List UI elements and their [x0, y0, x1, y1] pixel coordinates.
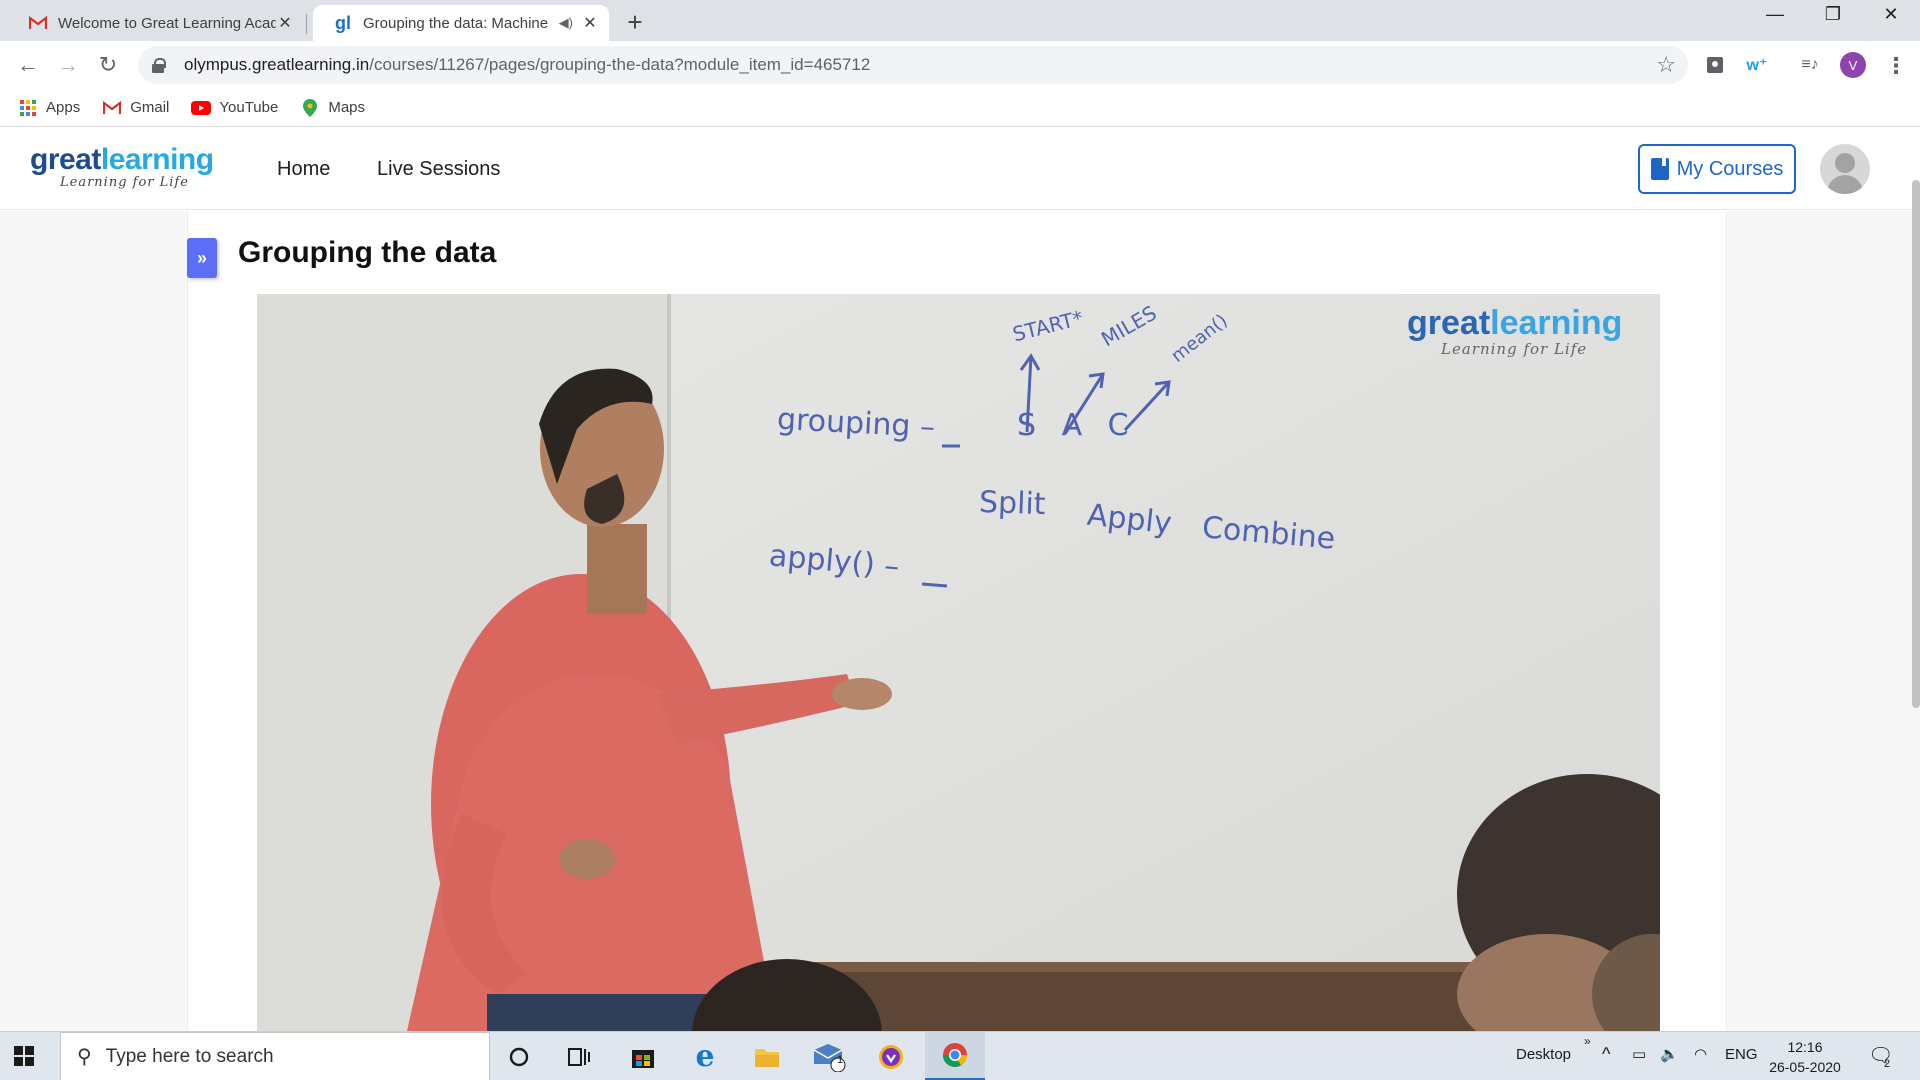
apps-grid-icon — [18, 99, 38, 116]
close-tab-icon[interactable]: ✕ — [581, 13, 599, 33]
windows-taskbar: ⚲ Type here to search e 1 Desktop » ^ ▭ … — [0, 1031, 1920, 1080]
browser-toolbar: ← → ↻ olympus.greatlearning.in/courses/1… — [0, 41, 1920, 89]
greatlearning-logo[interactable]: greatlearning Learning for Life — [30, 143, 214, 191]
nav-home[interactable]: Home — [277, 158, 330, 181]
toolbar-expand-icon[interactable]: » — [1584, 1034, 1591, 1048]
url-text: olympus.greatlearning.in/courses/11267/p… — [184, 55, 871, 74]
microsoft-store-icon[interactable] — [614, 1032, 672, 1080]
wifi-icon[interactable]: ◠ — [1694, 1045, 1707, 1063]
whiteboard-text-split: Split — [978, 484, 1047, 523]
new-tab-button[interactable]: + — [620, 7, 650, 38]
video-player[interactable]: greatlearning Learning for Life grouping… — [257, 294, 1660, 1031]
extension-puzzle-icon[interactable] — [1703, 53, 1727, 77]
volume-icon[interactable]: 🔈 — [1660, 1045, 1679, 1063]
video-watermark-logo: greatlearning Learning for Life — [1407, 306, 1622, 358]
battery-icon[interactable]: ▭ — [1632, 1045, 1646, 1063]
youtube-icon — [191, 100, 212, 115]
search-icon: ⚲ — [77, 1046, 92, 1068]
nav-live-sessions[interactable]: Live Sessions — [377, 158, 500, 181]
edge-browser-icon[interactable]: e — [676, 1032, 734, 1080]
watermark-word-great: great — [1407, 304, 1491, 342]
tab-grouping-the-data[interactable]: gl Grouping the data: Machine ◀) ✕ — [313, 5, 609, 41]
logo-tagline: Learning for Life — [60, 175, 189, 190]
clock-date: 26-05-2020 — [1769, 1059, 1841, 1075]
site-header: greatlearning Learning for Life Home Liv… — [0, 128, 1920, 210]
greatlearning-icon: gl — [335, 12, 351, 33]
page-scrollbar-thumb[interactable] — [1912, 180, 1920, 708]
expand-sidebar-button[interactable]: » — [187, 238, 217, 278]
media-queue-icon[interactable]: ≡♪ — [1798, 53, 1822, 77]
bookmark-star-icon[interactable]: ☆ — [1656, 52, 1676, 78]
lecture-scene — [257, 294, 1660, 1031]
page-title: Grouping the data — [238, 236, 497, 269]
logo-word-learning: learning — [100, 143, 214, 176]
vpn-shield-icon[interactable] — [862, 1032, 920, 1080]
bookmark-label: Apps — [46, 99, 81, 116]
taskbar-search-box[interactable]: ⚲ Type here to search — [60, 1032, 490, 1080]
clock-time: 12:16 — [1787, 1039, 1823, 1055]
bookmark-label: Maps — [328, 99, 366, 116]
whiteboard-text-sac: S A C — [1017, 408, 1137, 443]
restore-icon[interactable]: ❐ — [1818, 4, 1848, 25]
mail-badge: 1 — [837, 1054, 844, 1066]
browser-menu-icon[interactable]: ⋮ — [1885, 53, 1907, 79]
address-bar[interactable]: olympus.greatlearning.in/courses/11267/p… — [138, 46, 1688, 84]
book-icon — [1650, 158, 1669, 180]
bookmark-gmail[interactable]: Gmail — [102, 99, 169, 116]
bookmark-maps[interactable]: Maps — [300, 98, 366, 117]
bookmark-youtube[interactable]: YouTube — [191, 99, 278, 116]
bookmarks-bar: Apps Gmail YouTube Maps — [0, 89, 1920, 127]
back-icon[interactable]: ← — [12, 49, 44, 81]
file-explorer-icon[interactable] — [738, 1032, 796, 1080]
maps-pin-icon — [300, 98, 320, 117]
bookmark-label: YouTube — [219, 99, 279, 116]
watermark-word-learning: learning — [1490, 304, 1623, 342]
bookmark-apps[interactable]: Apps — [18, 99, 80, 116]
lock-icon — [152, 58, 166, 73]
gmail-icon — [102, 100, 122, 115]
profile-avatar[interactable]: V — [1840, 52, 1866, 78]
language-indicator[interactable]: ENG — [1725, 1046, 1758, 1063]
reload-icon[interactable]: ↻ — [92, 49, 124, 81]
search-placeholder: Type here to search — [105, 1045, 274, 1067]
tray-overflow-chevron-icon[interactable]: ^ — [1602, 1044, 1610, 1065]
tab-separator — [306, 14, 307, 34]
desktop-toolbar-label[interactable]: Desktop — [1516, 1046, 1571, 1063]
forward-icon[interactable]: → — [52, 49, 84, 81]
tab-title: Welcome to Great Learning Acad — [58, 14, 276, 32]
gmail-icon — [28, 13, 48, 33]
minimize-icon[interactable]: — — [1760, 4, 1790, 25]
mail-icon[interactable]: 1 — [800, 1032, 858, 1080]
close-window-icon[interactable]: ✕ — [1876, 4, 1906, 25]
windows-start-icon[interactable] — [14, 1046, 34, 1066]
wordtune-extension-icon[interactable]: w⁺ — [1745, 53, 1769, 77]
audio-playing-icon[interactable]: ◀) — [559, 15, 573, 31]
tab-title: Grouping the data: Machine — [363, 14, 549, 32]
logo-word-great: great — [30, 143, 101, 176]
cortana-circle-icon[interactable] — [490, 1032, 548, 1080]
notification-count: 2 — [1884, 1058, 1891, 1070]
task-view-icon[interactable] — [550, 1032, 608, 1080]
user-avatar[interactable] — [1820, 144, 1870, 194]
tab-welcome-great-learning[interactable]: Welcome to Great Learning Acad ✕ — [8, 5, 304, 41]
my-courses-label: My Courses — [1676, 157, 1784, 180]
system-clock[interactable]: 12:16 26-05-2020 — [1765, 1037, 1845, 1077]
watermark-tagline: Learning for Life — [1441, 340, 1588, 358]
browser-tab-bar: Welcome to Great Learning Acad ✕ gl Grou… — [0, 0, 1920, 41]
chrome-taskbar-icon[interactable] — [925, 1032, 985, 1080]
close-tab-icon[interactable]: ✕ — [276, 13, 294, 33]
my-courses-button[interactable]: My Courses — [1638, 144, 1796, 194]
bookmark-label: Gmail — [130, 99, 170, 116]
